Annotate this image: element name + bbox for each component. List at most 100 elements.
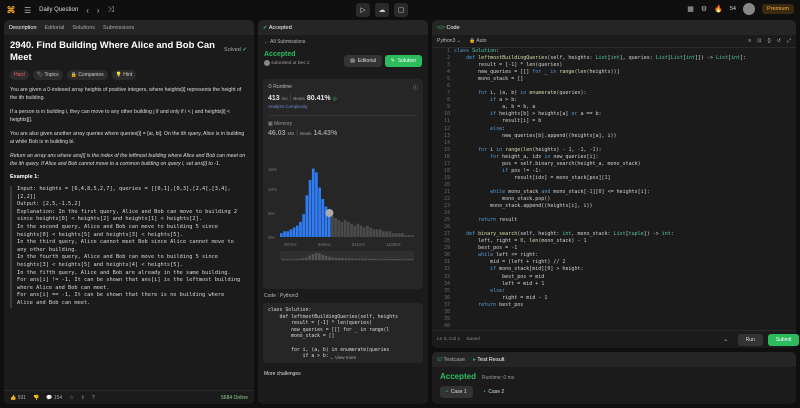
histogram-bar[interactable]: [308, 180, 312, 237]
share-icon[interactable]: ⇪: [81, 395, 85, 401]
mini-bar: [394, 259, 397, 260]
auto-toggle[interactable]: 🔒 Auto: [469, 38, 487, 44]
solution-button[interactable]: ✎ Solution: [384, 55, 422, 67]
braces-icon[interactable]: {}: [767, 38, 770, 44]
mini-bar: [328, 256, 331, 260]
histogram-bar[interactable]: [385, 231, 388, 237]
problem-title[interactable]: 2940. Find Building Where Alice and Bob …: [10, 40, 220, 64]
shuffle-icon[interactable]: ⤨: [108, 5, 114, 15]
fullscreen-icon[interactable]: ⤢: [787, 38, 791, 44]
upload-icon[interactable]: ☁: [375, 3, 389, 17]
mini-bar: [348, 258, 351, 260]
histogram-bar[interactable]: [388, 231, 392, 237]
test-panel: ☑ Testcase ▸ Test Result Accepted Runtim…: [432, 352, 796, 404]
layout-icon[interactable]: ▦: [687, 5, 694, 13]
histogram-bar[interactable]: [359, 225, 363, 237]
star-icon[interactable]: ☆: [69, 395, 73, 401]
format-icon[interactable]: ≡: [748, 38, 751, 44]
histogram-bar[interactable]: [362, 227, 366, 238]
histogram-bar[interactable]: [340, 221, 344, 237]
histogram-bar[interactable]: [311, 168, 315, 237]
histogram-bar[interactable]: [404, 235, 408, 237]
histogram-bar[interactable]: [398, 233, 401, 237]
histogram-bar[interactable]: [407, 235, 411, 237]
histogram-bar[interactable]: [334, 218, 337, 237]
histogram-bar[interactable]: [356, 223, 360, 237]
editorial-button[interactable]: ▤ Editorial: [344, 55, 382, 67]
tab-testcase[interactable]: ☑ Testcase: [437, 357, 465, 363]
histogram-bar[interactable]: [350, 223, 353, 237]
histogram-bar[interactable]: [305, 195, 309, 237]
runtime-histogram[interactable]: 15% 10% 5% 0% 257ms 549ms 841ms 1133ms: [268, 141, 418, 267]
daily-question-title[interactable]: Daily Question: [39, 7, 78, 13]
histogram-bar[interactable]: [337, 219, 341, 237]
back-link[interactable]: ← All Submissions: [258, 35, 428, 49]
histogram-bar[interactable]: [289, 229, 293, 237]
dislike-icon[interactable]: 👎: [33, 395, 39, 401]
tab-accepted[interactable]: ✔ Accepted: [263, 25, 292, 31]
tab-solutions[interactable]: Solutions: [72, 25, 95, 31]
view-more-button[interactable]: ⌄ View more: [258, 355, 428, 361]
mini-bar: [387, 259, 390, 260]
histogram-bar[interactable]: [382, 231, 385, 237]
code-editor[interactable]: 1 2 3 4 5 6 7 8 9 10 11 12 13 14 15 16 1…: [432, 48, 796, 330]
info-icon[interactable]: ⓘ: [413, 84, 418, 91]
debug-icon[interactable]: ▷: [356, 3, 370, 17]
settings-icon[interactable]: ⚙: [701, 5, 707, 13]
histogram-bar[interactable]: [347, 221, 350, 237]
tab-description[interactable]: Description: [9, 25, 37, 31]
histogram-bar[interactable]: [295, 225, 299, 237]
test-runtime: Runtime: 0 ms: [482, 375, 515, 381]
help-icon[interactable]: ?: [92, 395, 95, 401]
avatar[interactable]: [742, 3, 755, 15]
case-1-tab[interactable]: • Case 1: [440, 386, 473, 398]
notes-icon[interactable]: ▢: [394, 3, 408, 17]
histogram-bar[interactable]: [353, 225, 357, 237]
histogram-bar[interactable]: [366, 225, 369, 237]
histogram-bar[interactable]: [283, 231, 286, 237]
histogram-bar[interactable]: [375, 229, 379, 237]
hint-tag[interactable]: 💡 Hint: [111, 70, 137, 80]
bookmark-icon[interactable]: ⊡: [757, 38, 761, 44]
histogram-bar[interactable]: [280, 233, 283, 237]
histogram-bar[interactable]: [299, 221, 302, 237]
topics-tag[interactable]: 🏷 Topics: [32, 70, 63, 80]
histogram-bar[interactable]: [302, 214, 306, 237]
histogram-bar[interactable]: [378, 229, 382, 237]
histogram-bar[interactable]: [369, 227, 373, 238]
mini-bar: [400, 259, 404, 260]
tab-submissions[interactable]: Submissions: [103, 25, 134, 31]
histogram-bar[interactable]: [372, 229, 376, 237]
language-select[interactable]: Python3 ⌄: [437, 38, 461, 44]
premium-button[interactable]: Premium: [761, 4, 794, 14]
description-paragraph: You are given a 0-indexed array heights …: [10, 87, 242, 101]
reset-icon[interactable]: ↺: [777, 38, 781, 44]
case-2-tab[interactable]: • Case 2: [478, 386, 511, 398]
x-tick: 841ms: [352, 242, 365, 247]
next-icon[interactable]: ›: [97, 6, 100, 15]
histogram-bar[interactable]: [318, 187, 321, 237]
histogram-bar[interactable]: [394, 233, 398, 237]
tab-test-result[interactable]: ▸ Test Result: [473, 357, 504, 363]
like-button[interactable]: 👍 591: [10, 395, 26, 401]
histogram-bar[interactable]: [292, 227, 296, 238]
tab-editorial[interactable]: Editorial: [45, 25, 65, 31]
histogram-bar[interactable]: [331, 216, 334, 237]
histogram-bar[interactable]: [315, 172, 318, 237]
companies-tag[interactable]: 🔒 Companies: [66, 70, 108, 80]
console-icon[interactable]: ⌁: [724, 337, 728, 344]
histogram-bar[interactable]: [343, 219, 347, 237]
submit-button[interactable]: Submit: [767, 334, 800, 346]
run-button[interactable]: Run: [737, 334, 763, 346]
histogram-bar[interactable]: [401, 233, 404, 237]
comments-button[interactable]: 💬 154: [46, 395, 62, 401]
histogram-bar[interactable]: [410, 235, 414, 237]
tab-code[interactable]: </> Code: [437, 25, 460, 31]
analyze-complexity-link[interactable]: Analyze Complexity: [268, 104, 418, 109]
histogram-bar[interactable]: [286, 231, 290, 237]
logo-icon[interactable]: ⌘: [6, 5, 16, 15]
histogram-bar[interactable]: [321, 199, 325, 237]
histogram-bar[interactable]: [391, 233, 395, 237]
problem-list-icon[interactable]: ☰: [24, 6, 31, 15]
prev-icon[interactable]: ‹: [86, 6, 89, 15]
